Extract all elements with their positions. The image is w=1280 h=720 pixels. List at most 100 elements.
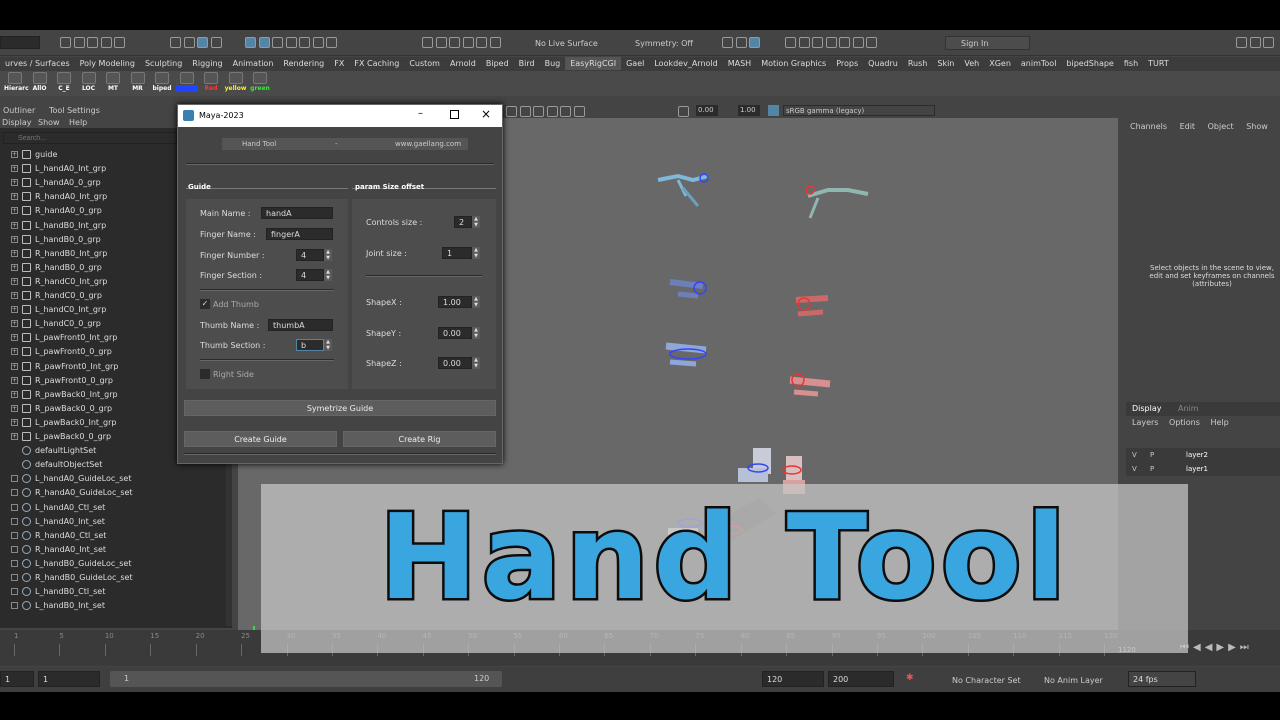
shelf-tab[interactable]: Animation xyxy=(228,57,279,70)
finger-number-spinner[interactable]: ▲ ▼ xyxy=(324,249,332,261)
shelf-tab[interactable]: Bug xyxy=(540,57,566,70)
workspace-icon[interactable] xyxy=(1236,37,1247,48)
shelf-button[interactable]: C_E xyxy=(53,72,75,92)
select-hierarchy-icon[interactable] xyxy=(170,37,181,48)
shelf-tab[interactable]: urves / Surfaces xyxy=(0,57,75,70)
menu-display[interactable]: Display xyxy=(2,118,32,127)
minimize-icon[interactable]: – xyxy=(418,108,423,119)
shelf-button[interactable]: green xyxy=(249,72,271,92)
shelf-tab[interactable]: Veh xyxy=(959,57,984,70)
expand-icon[interactable] xyxy=(11,517,18,525)
shelf-tab[interactable]: Rendering xyxy=(278,57,329,70)
shelf-tab[interactable]: MASH xyxy=(723,57,756,70)
outliner-search-input[interactable] xyxy=(3,132,177,144)
shelf-tab[interactable]: Sculpting xyxy=(140,57,187,70)
menu-edit[interactable]: Edit xyxy=(1180,122,1196,131)
joint-size-spinner[interactable]: ▲ ▼ xyxy=(472,247,480,259)
outliner-item[interactable]: L_handB0_GuideLoc_set xyxy=(0,557,228,571)
render-icon[interactable] xyxy=(462,37,474,48)
finger-number-input[interactable]: 4 xyxy=(296,249,324,261)
outliner-item[interactable]: L_handA0_GuideLoc_set xyxy=(0,472,228,486)
layer-row[interactable]: V P layer2 xyxy=(1126,448,1280,462)
fps-dropdown[interactable]: 24 fps xyxy=(1128,671,1196,687)
finger-section-spinner[interactable]: ▲ ▼ xyxy=(324,269,332,281)
channel-box-icon[interactable] xyxy=(749,37,761,48)
outliner-item[interactable]: R_handA0_Ctl_set xyxy=(0,529,228,543)
range-bar[interactable]: 1 120 xyxy=(110,671,502,687)
expand-icon[interactable]: + xyxy=(11,418,18,426)
add-thumb-checkbox[interactable]: ✓ xyxy=(200,299,210,309)
construction-history-icon[interactable] xyxy=(449,37,461,48)
shelf-tab[interactable]: Poly Modeling xyxy=(75,57,140,70)
menu-layers-help[interactable]: Help xyxy=(1210,418,1228,427)
save-scene-icon[interactable] xyxy=(87,37,99,48)
shadows-icon[interactable] xyxy=(560,106,572,117)
outliner-item[interactable]: L_handB0_Ctl_set xyxy=(0,585,228,599)
outliner-item[interactable]: R_handB0_GuideLoc_set xyxy=(0,571,228,585)
snap-grid-icon[interactable] xyxy=(245,37,256,48)
expand-icon[interactable]: + xyxy=(11,390,18,398)
expand-icon[interactable] xyxy=(11,489,18,497)
wireframe-icon[interactable] xyxy=(506,106,517,117)
lock-icon[interactable] xyxy=(326,37,338,48)
expand-icon[interactable]: + xyxy=(11,306,18,314)
outliner-item[interactable]: R_handA0_Int_set xyxy=(0,543,228,557)
create-guide-button[interactable]: Create Guide xyxy=(184,431,337,447)
shelf-tab[interactable]: Motion Graphics xyxy=(756,57,831,70)
shelf-tab[interactable]: animTool xyxy=(1016,57,1062,70)
snap-curve-icon[interactable] xyxy=(258,37,270,48)
expand-icon[interactable] xyxy=(11,545,18,553)
shelf-tab[interactable]: bipedShape xyxy=(1061,57,1118,70)
menu-options[interactable]: Options xyxy=(1169,418,1200,427)
shapex-spinner[interactable]: ▲ ▼ xyxy=(472,296,480,308)
expand-icon[interactable]: + xyxy=(11,334,18,342)
close-icon[interactable]: × xyxy=(481,107,491,121)
thumb-section-spinner[interactable]: ▲ ▼ xyxy=(324,339,332,351)
ipr-render-icon[interactable] xyxy=(812,37,824,48)
expand-icon[interactable] xyxy=(11,475,18,483)
shelf-tab[interactable]: Bird xyxy=(514,57,540,70)
shelf-tab[interactable]: Biped xyxy=(481,57,514,70)
shelf-tab[interactable]: fish xyxy=(1119,57,1143,70)
xray-icon[interactable] xyxy=(573,106,585,117)
expand-icon[interactable]: + xyxy=(11,179,18,187)
render-settings-icon[interactable] xyxy=(489,37,501,48)
create-rig-button[interactable]: Create Rig xyxy=(343,431,496,447)
dialog-titlebar[interactable]: Maya-2023 – × xyxy=(178,105,502,127)
shelf-button[interactable]: AllO xyxy=(29,72,51,92)
menu-layers[interactable]: Layers xyxy=(1132,418,1158,427)
maximize-icon[interactable] xyxy=(450,110,459,119)
expand-icon[interactable]: + xyxy=(11,362,18,370)
color-management-icon[interactable] xyxy=(768,105,779,116)
shelf-tab[interactable]: Quadru xyxy=(863,57,903,70)
settings-icon[interactable] xyxy=(1249,37,1261,48)
tab-tool-settings[interactable]: Tool Settings xyxy=(49,106,100,115)
select-component-icon[interactable] xyxy=(197,37,209,48)
render-setup-icon[interactable] xyxy=(839,37,851,48)
shelf-tab[interactable]: Props xyxy=(831,57,863,70)
shelf-tab[interactable]: FX xyxy=(329,57,349,70)
expand-icon[interactable]: + xyxy=(11,165,18,173)
controls-size-input[interactable]: 2 xyxy=(454,216,472,228)
expand-icon[interactable] xyxy=(11,574,18,581)
anim-layer-dropdown[interactable]: No Anim Layer xyxy=(1044,676,1103,685)
menu-help[interactable]: Help xyxy=(69,118,87,127)
shelf-tab[interactable]: Lookdev_Arnold xyxy=(649,57,722,70)
playback-start-field[interactable]: 1 xyxy=(38,671,100,687)
render-view-icon[interactable] xyxy=(785,37,796,48)
thumb-name-input[interactable]: thumbA xyxy=(268,319,333,331)
symetrize-guide-button[interactable]: Symetrize Guide xyxy=(184,400,496,416)
shelf-button[interactable]: Hierarc xyxy=(4,72,29,92)
shelf-button[interactable]: Red xyxy=(200,72,222,92)
shapey-spinner[interactable]: ▲ ▼ xyxy=(472,327,480,339)
shelf-tab[interactable]: Arnold xyxy=(445,57,481,70)
finger-name-input[interactable]: fingerA xyxy=(266,228,333,240)
tab-outliner[interactable]: Outliner xyxy=(3,106,35,115)
lock-selection-icon[interactable] xyxy=(210,37,222,48)
scene-start-field[interactable]: 1 xyxy=(0,671,34,687)
snap-view-icon[interactable] xyxy=(285,37,297,48)
snap-point-icon[interactable] xyxy=(272,37,284,48)
expand-icon[interactable]: + xyxy=(11,221,18,229)
expand-icon[interactable]: + xyxy=(11,235,18,243)
attribute-editor-icon[interactable] xyxy=(735,37,747,48)
